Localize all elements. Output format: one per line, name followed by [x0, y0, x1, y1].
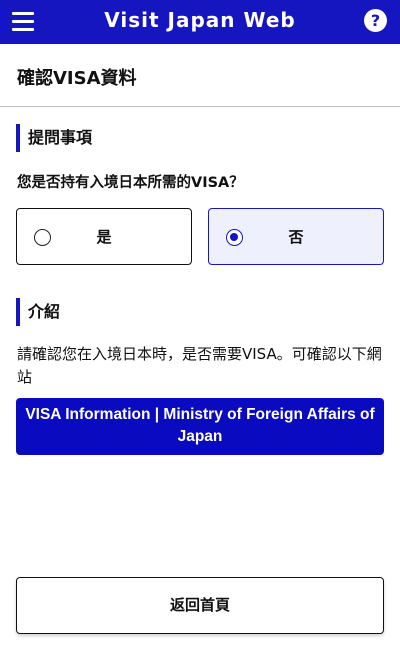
title-divider	[0, 106, 400, 107]
option-no-label: 否	[288, 228, 304, 246]
visa-question-text: 您是否持有入境日本所需的VISA？	[17, 175, 244, 191]
app-title: Visit Japan Web	[104, 8, 296, 32]
option-no[interactable]: 否	[208, 208, 384, 265]
option-yes[interactable]: 是	[16, 208, 192, 265]
intro-text: 請確認您在入境日本時，是否需要VISA。可確認以下網站	[17, 345, 382, 386]
radio-unselected-icon[interactable]	[34, 229, 51, 246]
visa-information-link-button[interactable]: VISA Information | Ministry of Foreign A…	[16, 398, 384, 455]
option-yes-label: 是	[96, 228, 112, 246]
help-icon[interactable]: ?	[364, 9, 387, 32]
top-app-bar: Visit Japan Web ?	[0, 0, 400, 44]
intro-section-heading: 介紹	[16, 298, 60, 326]
back-to-home-button[interactable]: 返回首頁	[16, 577, 384, 634]
radio-selected-icon[interactable]	[226, 229, 243, 246]
question-section-heading: 提問事項	[16, 124, 92, 152]
page-title: 確認VISA資料	[17, 68, 137, 89]
